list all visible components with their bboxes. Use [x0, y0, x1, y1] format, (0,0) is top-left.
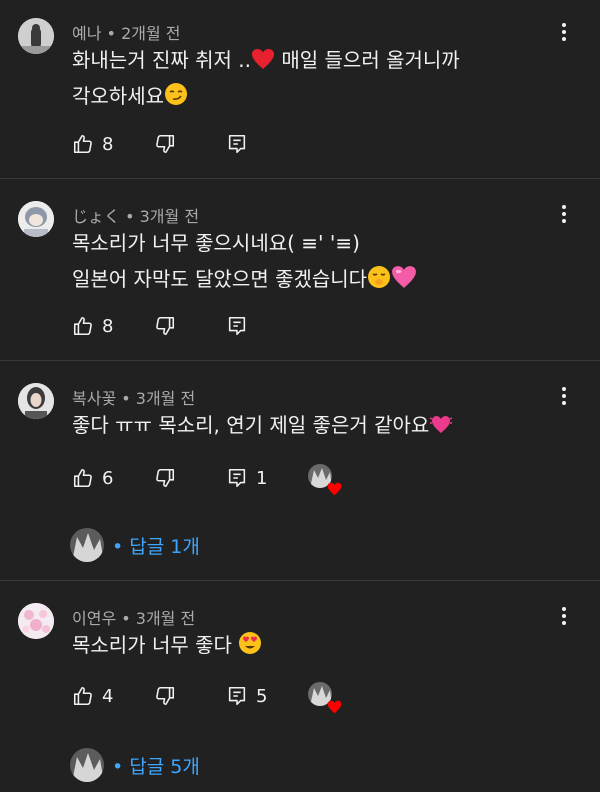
timestamp[interactable]: 3개월 전	[136, 609, 195, 628]
author-name[interactable]: 이연우	[72, 609, 116, 628]
creator-heart-badge	[308, 682, 342, 714]
comment-meta: 이연우 • 3개월 전	[72, 605, 195, 629]
more-options-button[interactable]	[552, 604, 576, 628]
comment-reply-icon	[228, 468, 246, 488]
avatar[interactable]	[18, 201, 54, 237]
red-heart-icon	[252, 49, 274, 69]
reply-button[interactable]: 5	[226, 682, 267, 710]
comment-meta: 복사꽃 • 3개월 전	[72, 385, 195, 409]
thumb-up-icon	[73, 468, 92, 488]
smirk-emoji-icon	[165, 83, 187, 105]
more-options-button[interactable]	[552, 20, 576, 44]
creator-avatar	[70, 748, 104, 782]
avatar[interactable]	[18, 603, 54, 639]
like-count: 8	[102, 315, 114, 337]
thumb-down-icon	[156, 134, 175, 154]
comment-actions: 4 5	[72, 682, 572, 714]
red-heart-icon	[327, 700, 342, 714]
comment-actions: 8	[72, 130, 572, 158]
like-button[interactable]: 6	[72, 464, 113, 492]
comment-text: 목소리가 너무 좋다	[72, 627, 262, 663]
comment-line: 일본어 자막도 달았으면 좋겠습니다	[72, 267, 368, 291]
view-replies-button[interactable]: • 답글 5개	[70, 747, 200, 783]
heart-eyes-emoji-icon	[239, 632, 262, 654]
separator: •	[120, 207, 140, 226]
reply-button[interactable]	[226, 130, 248, 158]
more-options-button[interactable]	[552, 202, 576, 226]
comment-line: 화내는거 진짜 취저 ..	[72, 48, 251, 72]
reply-count: 1	[256, 467, 268, 489]
separator: •	[116, 609, 136, 628]
replies-label[interactable]: • 답글 5개	[112, 752, 200, 779]
replies-label[interactable]: • 답글 1개	[112, 532, 200, 559]
dislike-button[interactable]	[154, 312, 176, 340]
comment-4: 이연우 • 3개월 전 목소리가 너무 좋다 4 5 • 답글 5개	[0, 581, 600, 792]
comment-line: 좋다 ㅠㅠ 목소리, 연기 제일 좋은거 같아요	[72, 413, 430, 437]
avatar[interactable]	[18, 383, 54, 419]
comment-text: 좋다 ㅠㅠ 목소리, 연기 제일 좋은거 같아요	[72, 407, 453, 443]
comment-line: 목소리가 너무 좋다	[72, 633, 239, 657]
like-count: 4	[102, 685, 114, 707]
beating-heart-icon	[429, 416, 453, 433]
author-name[interactable]: じょく	[72, 207, 120, 226]
thumb-up-icon	[73, 316, 92, 336]
dislike-button[interactable]	[154, 464, 176, 492]
like-count: 6	[102, 467, 114, 489]
reply-button[interactable]: 1	[226, 464, 267, 492]
comment-3: 복사꽃 • 3개월 전 좋다 ㅠㅠ 목소리, 연기 제일 좋은거 같아요 6 1…	[0, 361, 600, 580]
pink-heart-icon	[392, 266, 416, 288]
shushing-face-emoji-icon	[368, 266, 391, 288]
view-replies-button[interactable]: • 답글 1개	[70, 527, 200, 563]
creator-heart-badge	[308, 464, 342, 496]
reply-count: 5	[256, 685, 268, 707]
author-name[interactable]: 예나	[72, 24, 101, 43]
like-button[interactable]: 4	[72, 682, 113, 710]
thumb-down-icon	[156, 686, 175, 706]
separator: •	[116, 389, 136, 408]
comment-meta: じょく • 3개월 전	[72, 203, 199, 227]
comment-2: じょく • 3개월 전 목소리가 너무 좋으시네요( ≡' '≡) 일본어 자막…	[0, 179, 600, 360]
thumb-up-icon	[73, 686, 92, 706]
comment-reply-icon	[228, 134, 246, 154]
timestamp[interactable]: 3개월 전	[140, 207, 199, 226]
like-button[interactable]: 8	[72, 312, 113, 340]
author-name[interactable]: 복사꽃	[72, 389, 116, 408]
comment-actions: 8	[72, 312, 572, 340]
thumb-down-icon	[156, 316, 175, 336]
comment-actions: 6 1	[72, 464, 572, 496]
timestamp[interactable]: 2개월 전	[121, 24, 180, 43]
dislike-button[interactable]	[154, 130, 176, 158]
comment-line: 각오하세요	[72, 84, 164, 108]
thumb-down-icon	[156, 468, 175, 488]
red-heart-icon	[327, 482, 342, 496]
separator: •	[101, 24, 122, 43]
comment-text: 화내는거 진짜 취저 .. 매일 들으러 올거니까 각오하세요	[72, 42, 460, 114]
comment-reply-icon	[228, 686, 246, 706]
comment-text: 목소리가 너무 좋으시네요( ≡' '≡) 일본어 자막도 달았으면 좋겠습니다	[72, 225, 417, 297]
more-options-button[interactable]	[552, 384, 576, 408]
like-count: 8	[102, 133, 114, 155]
comment-1: 예나 • 2개월 전 화내는거 진짜 취저 .. 매일 들으러 올거니까 각오하…	[0, 0, 600, 178]
avatar[interactable]	[18, 18, 54, 54]
dislike-button[interactable]	[154, 682, 176, 710]
like-button[interactable]: 8	[72, 130, 113, 158]
comment-line: 목소리가 너무 좋으시네요( ≡' '≡)	[72, 231, 360, 255]
comment-meta: 예나 • 2개월 전	[72, 20, 181, 44]
timestamp[interactable]: 3개월 전	[136, 389, 195, 408]
comment-reply-icon	[228, 316, 246, 336]
reply-button[interactable]	[226, 312, 248, 340]
comment-line: 매일 들으러 올거니까	[275, 48, 460, 72]
creator-avatar	[70, 528, 104, 562]
thumb-up-icon	[73, 134, 92, 154]
